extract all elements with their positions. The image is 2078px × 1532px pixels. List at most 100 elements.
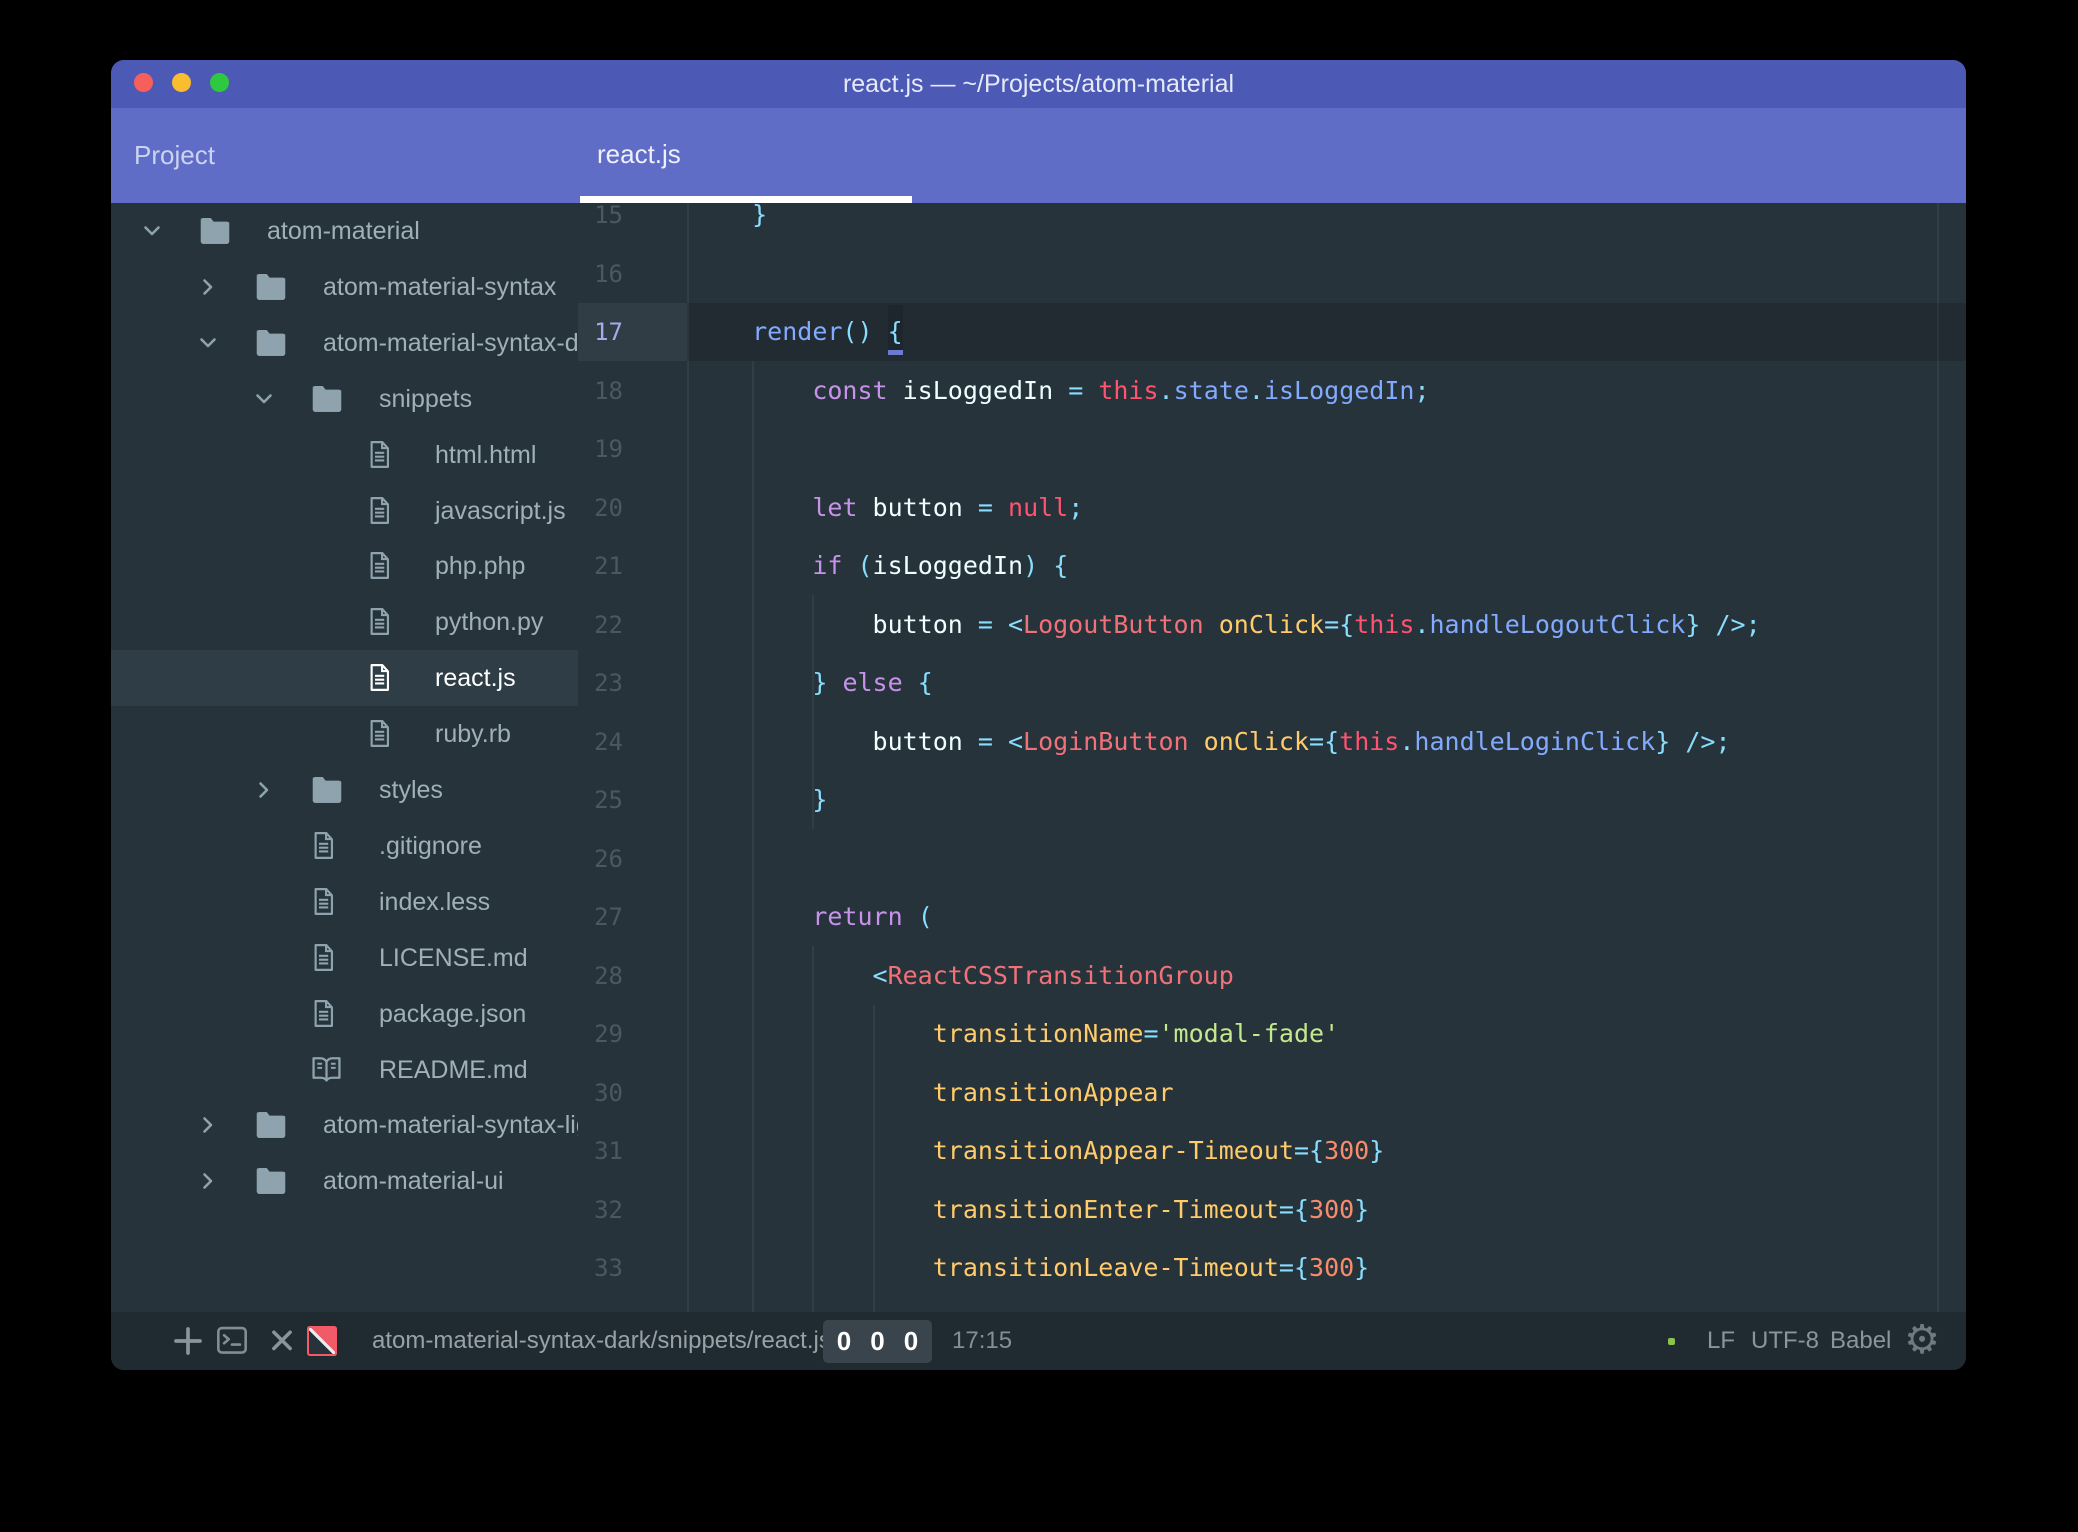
- file-icon: [310, 830, 337, 866]
- tree-item-label: snippets: [379, 385, 473, 413]
- line-number: 29: [594, 1020, 623, 1048]
- tree-item[interactable]: php.php: [111, 538, 578, 594]
- file-icon: [310, 886, 337, 922]
- green-status-dot: [1668, 1338, 1675, 1345]
- cursor-position[interactable]: 17:15: [952, 1312, 1012, 1370]
- tree-item-label: README.md: [379, 1056, 528, 1084]
- code-line: }: [812, 785, 828, 814]
- window-title: react.js — ~/Projects/atom-material: [842, 70, 1235, 98]
- folder-icon: [254, 1109, 288, 1144]
- tree-item-label: javascript.js: [435, 497, 566, 525]
- chevron-down-icon[interactable]: [140, 219, 164, 243]
- tree-item-label: package.json: [379, 1000, 527, 1028]
- grammar[interactable]: Babel: [1830, 1312, 1891, 1370]
- tree-item-label: atom-material-syntax-lig: [323, 1111, 578, 1139]
- chevron-down-icon[interactable]: [196, 331, 220, 355]
- tab-bar: Project react.js: [111, 108, 1966, 203]
- line-number: 18: [594, 377, 623, 405]
- code-line: }: [722, 203, 768, 229]
- file-icon: [366, 495, 393, 531]
- code-line: return (: [812, 902, 933, 931]
- chevron-down-icon[interactable]: [252, 387, 276, 411]
- file-icon: [366, 439, 393, 475]
- code-line: let button = null;: [812, 493, 1084, 522]
- app-window: react.js — ~/Projects/atom-material Proj…: [111, 60, 1966, 1370]
- tree-item[interactable]: index.less: [111, 874, 578, 930]
- file-icon: [366, 662, 393, 698]
- code-line: transitionEnter-Timeout={300}: [932, 1195, 1370, 1224]
- line-number: 15: [594, 203, 623, 229]
- tree-item[interactable]: .gitignore: [111, 818, 578, 874]
- line-number: 16: [594, 260, 623, 288]
- tree-item[interactable]: react.js: [111, 650, 578, 706]
- line-number: 28: [594, 962, 623, 990]
- line-number: 26: [594, 845, 623, 873]
- file-icon: [366, 550, 393, 586]
- line-ending[interactable]: LF: [1707, 1312, 1735, 1370]
- tree-item[interactable]: html.html: [111, 427, 578, 483]
- chevron-right-icon[interactable]: [196, 1169, 220, 1193]
- line-number: 25: [594, 786, 623, 814]
- line-number: 17: [594, 318, 623, 346]
- code-line: <ReactCSSTransitionGroup: [872, 961, 1234, 990]
- line-number: 27: [594, 903, 623, 931]
- tree-item-label: atom-material-ui: [323, 1167, 504, 1195]
- line-number: 34: [578, 1298, 623, 1312]
- line-number: 23: [594, 669, 623, 697]
- main-area: atom-material atom-material-syntax atom-ma…: [111, 203, 1966, 1312]
- code-editor[interactable]: 15 16 17 18 19 20 21 22 23 24 25 26 27 28 29 30 31 32 33 34…: [578, 203, 1966, 1312]
- code-line: transitionLeave-Timeout={300}: [932, 1253, 1370, 1282]
- tree-item[interactable]: atom-material-syntax-lig: [111, 1097, 578, 1153]
- file-path: atom-material-syntax-dark/snippets/react…: [372, 1327, 831, 1354]
- tree-item[interactable]: javascript.js: [111, 483, 578, 539]
- wrap-guide: [1937, 203, 1939, 1312]
- tree-item[interactable]: LICENSE.md: [111, 930, 578, 986]
- terminal-icon[interactable]: [214, 1312, 250, 1370]
- tree-item-label: react.js: [435, 664, 516, 692]
- line-number: 22: [594, 611, 623, 639]
- tree-item[interactable]: snippets: [111, 371, 578, 427]
- line-number: 20: [594, 494, 623, 522]
- chevron-right-icon[interactable]: [252, 778, 276, 802]
- code-line: } else {: [812, 668, 933, 697]
- code-line: transitionName='modal-fade': [932, 1019, 1340, 1048]
- close-icon[interactable]: [267, 1312, 297, 1370]
- git-count: 0: [870, 1326, 885, 1356]
- tree-item[interactable]: atom-material-syntax-da: [111, 315, 578, 371]
- chevron-right-icon[interactable]: [196, 275, 220, 299]
- tree-item[interactable]: atom-material-ui: [111, 1153, 578, 1209]
- chevron-right-icon[interactable]: [196, 1113, 220, 1137]
- add-icon[interactable]: [171, 1312, 205, 1370]
- tree-item[interactable]: atom-material: [111, 203, 578, 259]
- tree-item-label: php.php: [435, 552, 526, 580]
- tree-item-label: html.html: [435, 441, 537, 469]
- status-bar: atom-material-syntax-dark/snippets/react…: [111, 1312, 1966, 1370]
- tree-item[interactable]: atom-material-syntax: [111, 259, 578, 315]
- tree-item[interactable]: python.py: [111, 594, 578, 650]
- tab-react-js[interactable]: react.js: [597, 108, 681, 201]
- folder-icon: [310, 774, 344, 809]
- tree-item[interactable]: README.md: [111, 1042, 578, 1098]
- tree-item-label: atom-material-syntax-da: [323, 329, 578, 357]
- folder-icon: [254, 327, 288, 362]
- code-line: button = <LogoutButton onClick={this.han…: [722, 610, 1761, 639]
- folder-icon: [310, 383, 344, 418]
- book-icon: [310, 1054, 343, 1089]
- material-logo-icon[interactable]: [307, 1326, 337, 1356]
- tree-item[interactable]: styles: [111, 762, 578, 818]
- code-line: const isLoggedIn = this.state.isLoggedIn…: [812, 376, 1430, 405]
- git-diff-counts: 000: [823, 1320, 932, 1363]
- file-icon: [366, 718, 393, 754]
- line-number: 30: [594, 1079, 623, 1107]
- code-line: transitionAppear-Timeout={300}: [932, 1136, 1385, 1165]
- folder-icon: [254, 1165, 288, 1200]
- line-number: 21: [594, 552, 623, 580]
- encoding[interactable]: UTF-8: [1751, 1312, 1819, 1370]
- file-tree[interactable]: atom-material atom-material-syntax atom-ma…: [111, 203, 578, 1312]
- tree-item[interactable]: package.json: [111, 986, 578, 1042]
- gear-icon[interactable]: ⚙: [1899, 1312, 1945, 1368]
- tree-item-label: .gitignore: [379, 832, 482, 860]
- tree-item-label: python.py: [435, 608, 544, 636]
- tree-item[interactable]: ruby.rb: [111, 706, 578, 762]
- tree-item-label: LICENSE.md: [379, 944, 528, 972]
